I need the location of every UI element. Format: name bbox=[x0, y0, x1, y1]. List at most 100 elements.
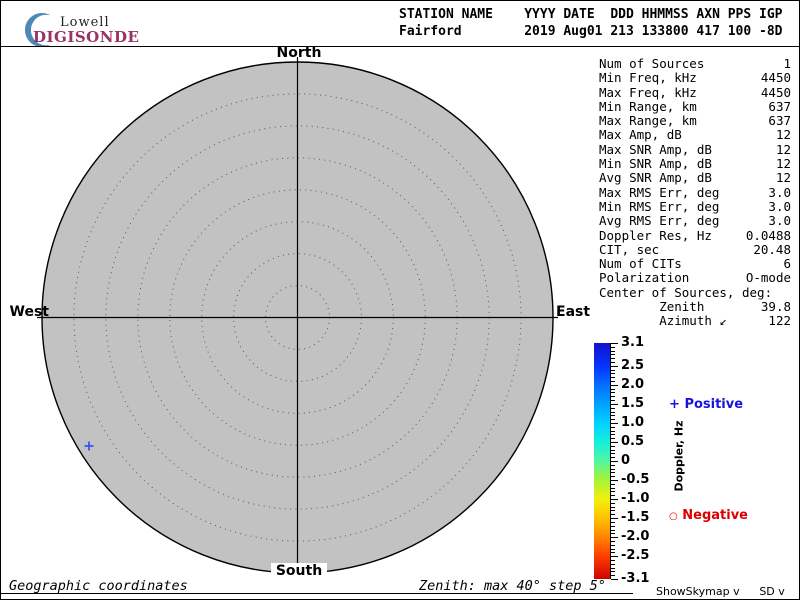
param-label: Num of CITs bbox=[599, 256, 682, 272]
colorbar-minor-tick bbox=[611, 415, 615, 417]
param-label: Zenith bbox=[599, 299, 705, 315]
doppler-colorbar bbox=[594, 343, 611, 579]
zenith-scale-label: Zenith: max 40° step 5° bbox=[419, 578, 606, 594]
param-row: Avg RMS Err, deg 3.0 bbox=[599, 213, 791, 228]
colorbar-minor-tick bbox=[611, 453, 615, 455]
colorbar-minor-tick bbox=[611, 457, 615, 459]
param-value: 4450 bbox=[760, 70, 791, 86]
colorbar-major-tick bbox=[611, 343, 618, 344]
colorbar-tick-label: 0.5 bbox=[621, 433, 645, 449]
colorbar-minor-tick bbox=[611, 548, 615, 550]
param-row: Min Range, km 637 bbox=[599, 98, 791, 114]
header-values-row: Fairford 2019 Aug01 213 133800 417 100 -… bbox=[399, 24, 783, 39]
colorbar-major-tick bbox=[611, 384, 618, 386]
param-label: Avg SNR Amp, dB bbox=[599, 170, 712, 186]
colorbar-major-tick bbox=[611, 422, 618, 424]
colorbar-axis-label: Doppler, Hz bbox=[672, 420, 686, 492]
param-row: Max Range, km 637 bbox=[599, 113, 791, 128]
colorbar-minor-tick bbox=[611, 354, 615, 356]
coordinates-system-label: Geographic coordinates bbox=[9, 578, 188, 594]
legend-negative-label: Negative bbox=[682, 508, 749, 523]
param-label: Max Freq, kHz bbox=[599, 84, 697, 100]
colorbar-tick-label: -2.0 bbox=[621, 529, 650, 545]
skymap-plot bbox=[37, 57, 558, 578]
param-row: Polarization O-mode bbox=[599, 270, 791, 286]
colorbar-tick-label: -3.1 bbox=[621, 571, 650, 586]
param-value: 1 bbox=[783, 56, 791, 71]
param-value: 122 bbox=[768, 313, 791, 329]
param-row: Zenith 39.8 bbox=[599, 299, 791, 315]
colorbar-tick-label: 2.0 bbox=[621, 376, 645, 392]
param-value: 4450 bbox=[760, 84, 791, 100]
plus-marker-icon: + bbox=[669, 397, 680, 412]
colorbar-minor-tick bbox=[611, 552, 615, 554]
param-row: Num of Sources 1 bbox=[599, 56, 791, 71]
colorbar-major-tick bbox=[611, 461, 618, 462]
param-value: O-mode bbox=[745, 270, 791, 286]
param-value: 12 bbox=[775, 156, 791, 172]
param-row: Max SNR Amp, dB 12 bbox=[599, 141, 791, 157]
param-row: Max Amp, dB 12 bbox=[599, 127, 791, 143]
param-row: Min RMS Err, deg 3.0 bbox=[599, 198, 791, 214]
param-row: Doppler Res, Hz 0.0488 bbox=[599, 228, 791, 243]
param-label: Min RMS Err, deg bbox=[599, 198, 720, 214]
colorbar-minor-tick bbox=[611, 449, 615, 451]
colorbar-minor-tick bbox=[611, 487, 615, 489]
colorbar-major-tick bbox=[611, 480, 618, 482]
param-row: Max RMS Err, deg 3.0 bbox=[599, 185, 791, 200]
colorbar-minor-tick bbox=[611, 445, 615, 447]
legend-positive-label: Positive bbox=[684, 397, 744, 412]
colorbar-minor-tick bbox=[611, 411, 615, 413]
colorbar-minor-tick bbox=[611, 495, 615, 497]
colorbar-minor-tick bbox=[611, 362, 615, 364]
param-row: Azimuth ↙ 122 bbox=[599, 313, 791, 329]
colorbar-major-tick bbox=[611, 556, 618, 558]
colorbar-minor-tick bbox=[611, 575, 615, 577]
colorbar-minor-tick bbox=[611, 502, 615, 504]
colorbar-minor-tick bbox=[611, 468, 615, 470]
param-label: Polarization bbox=[599, 270, 690, 286]
colorbar-minor-tick bbox=[611, 514, 615, 516]
param-label: Min Range, km bbox=[599, 98, 697, 114]
colorbar-tick-label: 0 bbox=[621, 453, 631, 468]
colorbar-minor-tick bbox=[611, 563, 615, 565]
compass-label-east: East bbox=[556, 304, 591, 320]
app-version-label: ShowSkymap v 1.0 bbox=[656, 585, 740, 599]
param-label: CIT, sec bbox=[599, 241, 660, 257]
colorbar-ticks: 3.1 2.5 2.0 1.5 1.0 0.5 0 -0.5 -1.0 -1.5 -2.0 -2.5 -… bbox=[611, 335, 657, 586]
header-divider-line bbox=[1, 46, 799, 47]
colorbar-major-tick bbox=[611, 441, 618, 443]
version-strip: ShowSkymap v 1.0 SD v 5.1 bbox=[656, 585, 799, 599]
colorbar-major-tick bbox=[611, 537, 618, 539]
param-label: Max Amp, dB bbox=[599, 127, 682, 143]
colorbar-minor-tick bbox=[611, 521, 615, 523]
param-value: 39.8 bbox=[760, 299, 791, 315]
colorbar-minor-tick bbox=[611, 396, 615, 398]
colorbar-minor-tick bbox=[611, 392, 615, 394]
param-row: Min Freq, kHz 4450 bbox=[599, 70, 791, 86]
colorbar-minor-tick bbox=[611, 381, 615, 383]
colorbar-minor-tick bbox=[611, 407, 615, 409]
param-value: 3.0 bbox=[768, 198, 791, 214]
colorbar-minor-tick bbox=[611, 346, 615, 348]
colorbar-major-tick bbox=[611, 579, 618, 580]
colorbar-minor-tick bbox=[611, 358, 615, 360]
param-row: Min SNR Amp, dB 12 bbox=[599, 156, 791, 172]
colorbar-minor-tick bbox=[611, 472, 615, 474]
colorbar-minor-tick bbox=[611, 491, 615, 493]
param-value: 6 bbox=[783, 256, 791, 272]
colorbar-minor-tick bbox=[611, 434, 615, 436]
colorbar-minor-tick bbox=[611, 571, 615, 573]
colorbar-minor-tick bbox=[611, 540, 615, 542]
param-label: Max SNR Amp, dB bbox=[599, 141, 712, 157]
colorbar-tick-label: -2.5 bbox=[621, 548, 650, 564]
colorbar-major-tick bbox=[611, 499, 618, 501]
compass-label-south: South bbox=[271, 563, 327, 579]
colorbar-minor-tick bbox=[611, 373, 615, 375]
param-row: Max Freq, kHz 4450 bbox=[599, 84, 791, 100]
colorbar-minor-tick bbox=[611, 400, 615, 402]
colorbar-major-tick bbox=[611, 403, 618, 405]
colorbar-minor-tick bbox=[611, 559, 615, 561]
colorbar-tick-label: 1.5 bbox=[621, 395, 645, 411]
param-row: Center of Sources, deg: bbox=[599, 285, 791, 300]
